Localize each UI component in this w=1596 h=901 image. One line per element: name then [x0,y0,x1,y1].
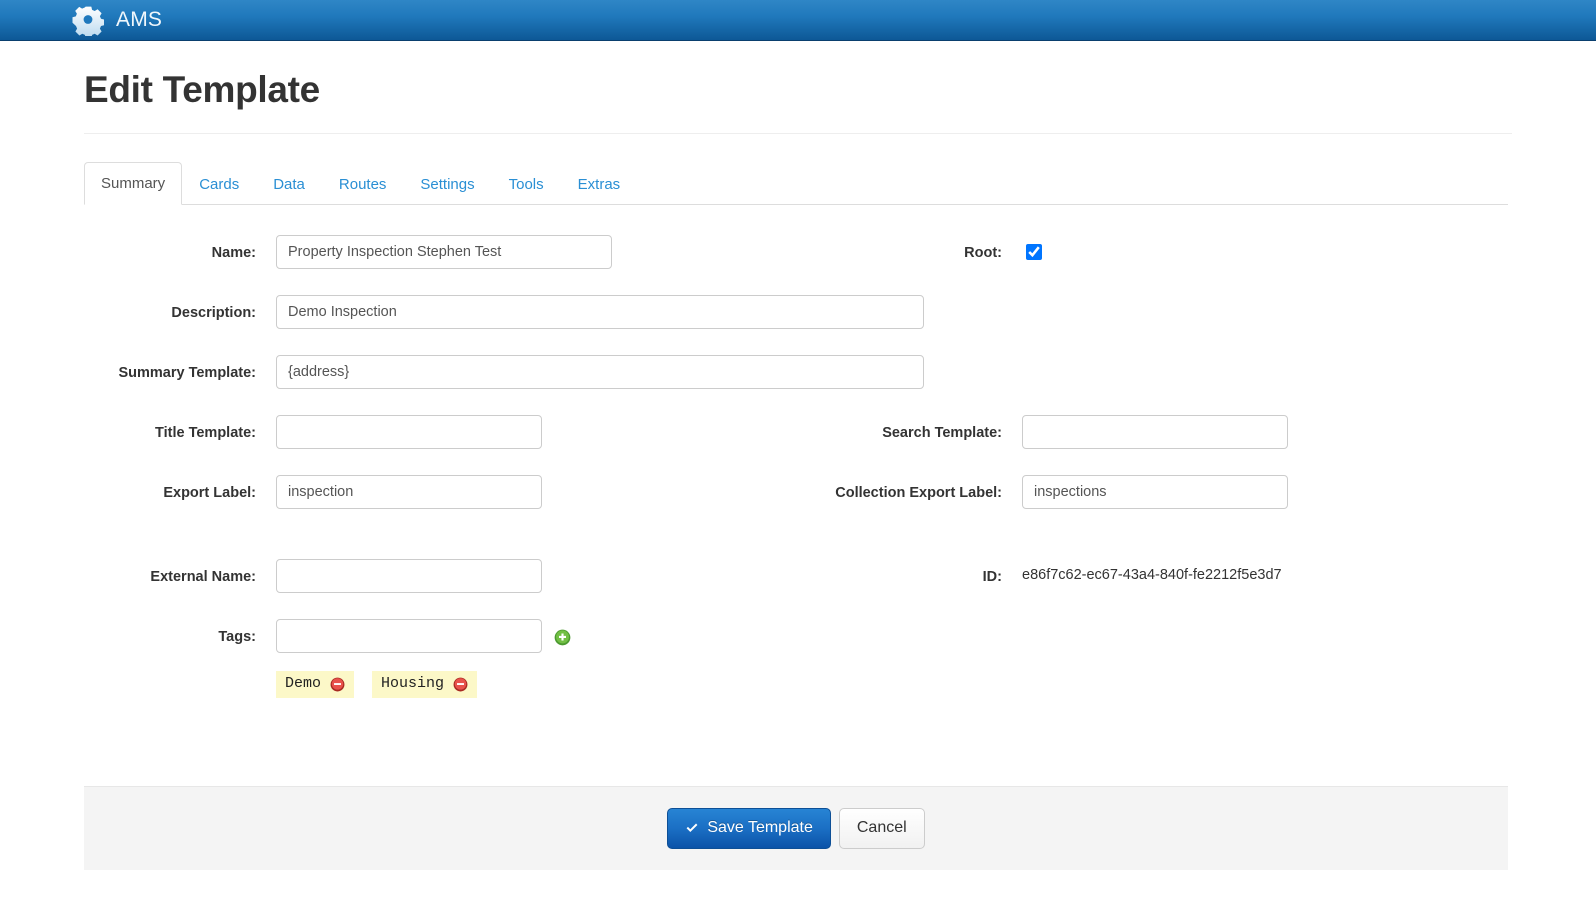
tag-chip-list: Demo Housing [276,671,478,698]
tag-chip-label: Demo [285,675,322,692]
root-control [1022,235,1045,263]
export-label-input[interactable] [276,475,542,509]
id-control: e86f7c62-ec67-43a4-840f-fe2212f5e3d7 [1022,559,1282,583]
tab-label: Settings [420,176,475,193]
field-row-summary-template: Summary Template: [84,355,924,389]
description-label: Description: [171,305,256,321]
collection-export-label-label: Collection Export Label: [835,485,1002,501]
cancel-button[interactable]: Cancel [838,808,925,849]
check-icon [685,821,699,835]
save-template-label: Save Template [707,819,813,837]
field-row-collection-export-label: Collection Export Label: [830,475,1288,509]
search-template-control [1022,415,1288,449]
field-row-search-template: Search Template: [830,415,1288,449]
search-template-label: Search Template: [882,425,1002,441]
collection-export-label-input[interactable] [1022,475,1288,509]
brand-label: AMS [116,8,163,31]
export-label-control [276,475,542,509]
tab-extras[interactable]: Extras [561,163,638,205]
summary-form: Name: Root: Description: Summary Templat… [84,235,1512,800]
tag-chip: Housing [372,671,478,698]
name-label: Name: [211,245,256,261]
tag-chip: Demo [276,671,355,698]
field-row-name: Name: [84,235,612,269]
name-control [276,235,612,269]
tab-routes[interactable]: Routes [322,163,404,205]
root-label: Root: [964,245,1002,261]
field-row-external-name: External Name: [84,559,542,593]
root-checkbox[interactable] [1026,244,1042,260]
page-container: Edit Template Summary Cards Data Routes … [0,69,1596,800]
name-input[interactable] [276,235,612,269]
collection-export-label-control [1022,475,1288,509]
tags-input[interactable] [276,619,542,653]
form-actions-footer: Save Template Cancel [84,786,1508,870]
external-name-input[interactable] [276,559,542,593]
tab-label: Data [273,176,305,193]
field-row-id: ID: e86f7c62-ec67-43a4-840f-fe2212f5e3d7 [830,559,1282,588]
summary-template-control [276,355,924,389]
description-input[interactable] [276,295,924,329]
tag-chip-label: Housing [381,675,445,692]
minus-circle-icon[interactable] [330,677,345,692]
tab-label: Routes [338,176,387,193]
summary-template-input[interactable] [276,355,924,389]
search-template-input[interactable] [1022,415,1288,449]
export-label-label: Export Label: [163,485,256,501]
tab-label: Summary [101,175,166,192]
tags-control [276,619,571,653]
tab-label: Extras [577,176,621,193]
page-title: Edit Template [84,69,320,110]
description-control [276,295,924,329]
tab-label: Cards [199,176,240,193]
field-row-title-template: Title Template: [84,415,542,449]
minus-circle-icon[interactable] [453,677,468,692]
field-row-tags: Tags: [84,619,571,653]
title-template-input[interactable] [276,415,542,449]
gear-icon [72,4,104,36]
external-name-label: External Name: [150,569,256,585]
tab-data[interactable]: Data [256,163,322,205]
external-name-control [276,559,542,593]
brand-home-link[interactable]: AMS [72,4,162,36]
save-template-button[interactable]: Save Template [667,808,831,849]
title-template-control [276,415,542,449]
cancel-label: Cancel [856,819,907,837]
summary-template-label: Summary Template: [118,365,256,381]
title-template-label: Title Template: [155,425,256,441]
top-navbar: AMS [0,0,1596,41]
tab-summary[interactable]: Summary [84,162,183,205]
title-divider [84,133,1512,134]
id-value: e86f7c62-ec67-43a4-840f-fe2212f5e3d7 [1022,567,1282,583]
template-tabs: Summary Cards Data Routes Settings Tools… [84,162,1508,205]
field-row-export-label: Export Label: [84,475,542,509]
tab-cards[interactable]: Cards [182,163,256,205]
field-row-root: Root: [830,235,1045,264]
tab-settings[interactable]: Settings [403,163,491,205]
id-label: ID: [982,569,1002,585]
plus-circle-icon[interactable] [542,619,571,646]
tab-tools[interactable]: Tools [492,163,561,205]
field-row-description: Description: [84,295,924,329]
tab-label: Tools [508,176,544,193]
tags-label: Tags: [218,629,256,645]
